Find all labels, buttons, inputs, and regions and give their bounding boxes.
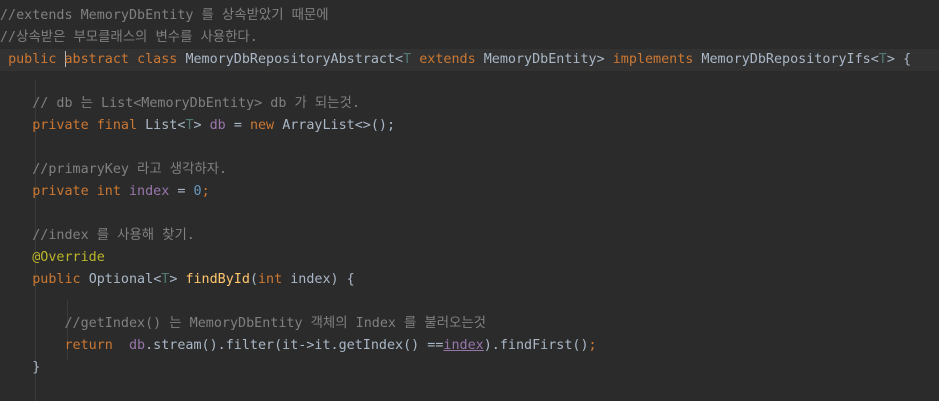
field: db <box>129 338 146 353</box>
operator: = <box>233 118 242 133</box>
keyword: private <box>32 184 89 199</box>
keyword: implements <box>612 52 694 67</box>
keyword: final <box>96 118 138 133</box>
method-chain: .stream().filter(it->it.getIndex() == <box>145 338 444 353</box>
code-line-6[interactable]: private final List<T> db = new ArrayList… <box>0 115 939 137</box>
code-line-12[interactable]: @Override <box>0 247 939 269</box>
field: db <box>209 118 226 133</box>
code-line-13[interactable]: public Optional<T> findById(int index) { <box>0 269 939 291</box>
keyword: class <box>137 52 178 67</box>
punctuation: > <box>193 118 202 133</box>
type-parameter: T <box>403 52 412 67</box>
comment: //상속받은 부모클래스의 변수를 사용한다. <box>0 30 258 45</box>
parameter: index) { <box>290 272 355 287</box>
method-chain: ).findFirst() <box>483 338 589 353</box>
punctuation: ( <box>249 272 258 287</box>
field-reference: index <box>443 338 484 353</box>
type-name: MemoryDbEntity <box>483 52 597 67</box>
code-editor[interactable]: //extends MemoryDbEntity 를 상속받았기 때문에 //상… <box>0 0 939 401</box>
keyword: new <box>249 118 275 133</box>
keyword: public <box>8 52 57 67</box>
field: index <box>129 184 170 199</box>
comment: //index 를 사용해 찾기. <box>32 228 195 243</box>
code-line-8[interactable]: //primaryKey 라고 생각하자. <box>0 159 939 181</box>
keyword: public <box>32 272 81 287</box>
constructor-call: ArrayList<>(); <box>282 118 396 133</box>
keyword: int <box>258 272 283 287</box>
comment: // db 는 List<MemoryDbEntity> db 가 되는것. <box>32 96 360 111</box>
type-name: List <box>145 118 178 133</box>
keyword: extends <box>419 52 476 67</box>
code-line-17[interactable]: } <box>0 357 939 379</box>
operator: = <box>177 184 186 199</box>
punctuation: > <box>596 52 605 67</box>
type-name: Optional <box>88 272 154 287</box>
comment: //getIndex() 는 MemoryDbEntity 객체의 Index … <box>64 316 486 331</box>
code-line-3-current[interactable]: public abstract class MemoryDbRepository… <box>0 49 939 71</box>
keyword: private <box>32 118 89 133</box>
code-line-16[interactable]: return db.stream().filter(it->it.getInde… <box>0 335 939 357</box>
brace: { <box>902 52 912 67</box>
keyword: return <box>64 338 113 353</box>
code-line-1[interactable]: //extends MemoryDbEntity 를 상속받았기 때문에 <box>0 5 939 27</box>
punctuation: < <box>395 52 404 67</box>
code-line-15[interactable]: //getIndex() 는 MemoryDbEntity 객체의 Index … <box>0 313 939 335</box>
punctuation: > <box>169 272 178 287</box>
code-line-11[interactable]: //index 를 사용해 찾기. <box>0 225 939 247</box>
keyword: abstract <box>64 52 130 67</box>
semicolon: ; <box>201 184 210 199</box>
type-parameter: T <box>878 52 887 67</box>
annotation: @Override <box>32 250 105 265</box>
keyword: int <box>96 184 121 199</box>
punctuation: < <box>870 52 879 67</box>
number-literal: 0 <box>193 184 202 199</box>
brace: } <box>32 360 41 375</box>
code-line-5[interactable]: // db 는 List<MemoryDbEntity> db 가 되는것. <box>0 93 939 115</box>
comment: //extends MemoryDbEntity 를 상속받았기 때문에 <box>0 8 329 23</box>
code-line-9[interactable]: private int index = 0; <box>0 181 939 203</box>
method-name: findById <box>185 272 250 287</box>
semicolon: ; <box>588 338 597 353</box>
comment: //primaryKey 라고 생각하자. <box>32 162 228 177</box>
interface-name: MemoryDbRepositoryIfs <box>701 52 871 67</box>
code-line-2[interactable]: //상속받은 부모클래스의 변수를 사용한다. <box>0 27 939 49</box>
punctuation: > <box>886 52 895 67</box>
class-name: MemoryDbRepositoryAbstract <box>185 52 396 67</box>
type-parameter: T <box>185 118 194 133</box>
